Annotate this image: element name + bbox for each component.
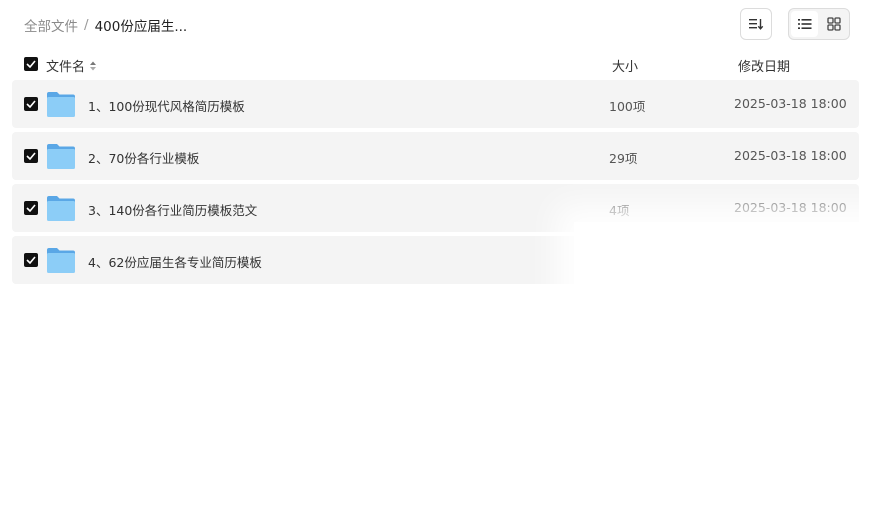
check-icon bbox=[26, 60, 36, 68]
row-checkbox[interactable] bbox=[24, 97, 38, 111]
row-checkbox[interactable] bbox=[24, 253, 38, 267]
select-all-checkbox[interactable] bbox=[24, 57, 38, 71]
folder-icon bbox=[47, 92, 75, 117]
row-checkbox[interactable] bbox=[24, 149, 38, 163]
folder-icon bbox=[47, 144, 75, 169]
sort-toggle-icon[interactable] bbox=[89, 60, 97, 72]
sort-button[interactable] bbox=[740, 8, 772, 40]
column-header-size[interactable]: 大小 bbox=[612, 56, 638, 75]
folder-icon bbox=[47, 248, 75, 273]
file-name[interactable]: 3、140份各行业简历模板范文 bbox=[88, 200, 257, 219]
grid-view-button[interactable] bbox=[820, 11, 847, 37]
file-name[interactable]: 4、62份应届生各专业简历模板 bbox=[88, 252, 262, 271]
check-icon bbox=[26, 152, 36, 160]
column-header-date[interactable]: 修改日期 bbox=[738, 56, 790, 75]
column-header-name[interactable]: 文件名 bbox=[46, 56, 97, 75]
row-checkbox[interactable] bbox=[24, 201, 38, 215]
file-name[interactable]: 1、100份现代风格简历模板 bbox=[88, 96, 245, 115]
list-view-icon bbox=[797, 19, 811, 29]
grid-view-icon bbox=[826, 17, 841, 31]
breadcrumb: 全部文件 / 400份应届生... bbox=[24, 15, 187, 35]
check-icon bbox=[26, 256, 36, 264]
folder-icon bbox=[47, 196, 75, 221]
breadcrumb-separator: / bbox=[84, 17, 89, 33]
list-view-button[interactable] bbox=[791, 11, 818, 37]
file-date: 2025-03-18 18:00 bbox=[734, 200, 847, 215]
top-bar: 全部文件 / 400份应届生... bbox=[0, 0, 874, 48]
file-size: 100项 bbox=[609, 99, 646, 114]
table-header: 文件名 大小 修改日期 bbox=[0, 50, 874, 78]
breadcrumb-root[interactable]: 全部文件 bbox=[24, 15, 78, 35]
file-date: 2025-03-18 18:00 bbox=[734, 148, 847, 163]
column-header-name-label: 文件名 bbox=[46, 60, 86, 75]
white-overlay bbox=[574, 222, 874, 328]
check-icon bbox=[26, 100, 36, 108]
file-size: 29项 bbox=[609, 151, 638, 166]
file-date: 2025-03-18 18:00 bbox=[734, 96, 847, 111]
table-row[interactable]: 2、70份各行业模板 29项 2025-03-18 18:00 bbox=[12, 132, 859, 180]
view-toggle bbox=[788, 8, 850, 40]
file-name[interactable]: 2、70份各行业模板 bbox=[88, 148, 199, 167]
table-row[interactable]: 1、100份现代风格简历模板 100项 2025-03-18 18:00 bbox=[12, 80, 859, 128]
breadcrumb-current: 400份应届生... bbox=[94, 19, 188, 35]
file-size: 4项 bbox=[609, 203, 630, 218]
sort-icon bbox=[749, 19, 764, 30]
check-icon bbox=[26, 204, 36, 212]
